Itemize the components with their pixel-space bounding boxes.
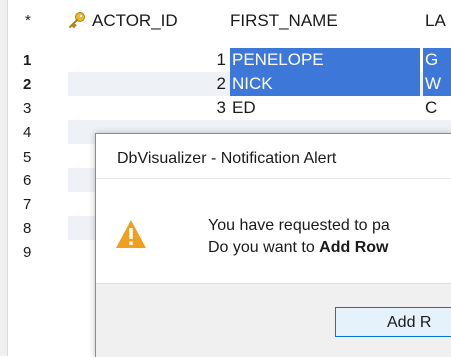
notification-alert-dialog: DbVisualizer - Notification Alert You ha…: [95, 133, 451, 357]
message-line-2: Do you want to Add Row: [208, 237, 390, 259]
cell-last-name[interactable]: C: [423, 96, 451, 120]
grid-header: * ACTOR_ID FIRST_NAME LA: [8, 0, 451, 44]
dialog-body: You have requested to pa Do you want to …: [96, 178, 451, 284]
dialog-footer: Add R: [96, 283, 451, 357]
dialog-message: You have requested to pa Do you want to …: [208, 215, 390, 259]
warning-icon: [116, 220, 146, 248]
table-row[interactable]: 2 2 NICK W: [8, 72, 451, 96]
cell-actor-id[interactable]: 3: [68, 96, 228, 120]
column-header-actor-id-label: ACTOR_ID: [92, 11, 178, 30]
cell-actor-id[interactable]: 1: [68, 48, 228, 72]
table-row[interactable]: 3 3 ED C: [8, 96, 451, 120]
cell-first-name[interactable]: NICK: [230, 72, 420, 96]
column-header-first-name[interactable]: FIRST_NAME: [230, 11, 338, 31]
message-line-1: You have requested to pa: [208, 217, 390, 234]
row-number: 7: [23, 196, 32, 213]
row-number: 8: [23, 220, 32, 237]
window-left-edge: [0, 0, 8, 356]
primary-key-icon: [69, 12, 85, 28]
message-line-2-text: Do you want to: [208, 239, 320, 256]
row-number: 9: [23, 244, 32, 261]
cell-actor-id[interactable]: 2: [68, 72, 228, 96]
row-number: 4: [23, 124, 32, 141]
column-header-actor-id[interactable]: ACTOR_ID: [68, 11, 228, 31]
row-number: 5: [23, 149, 32, 166]
row-header-star: *: [25, 12, 31, 29]
table-row[interactable]: 1 1 PENELOPE G: [8, 48, 451, 72]
message-line-2-emphasis: Add Row: [319, 239, 389, 256]
column-header-last-name[interactable]: LA: [425, 11, 446, 31]
dialog-titlebar[interactable]: DbVisualizer - Notification Alert: [96, 134, 451, 178]
cell-first-name[interactable]: PENELOPE: [230, 48, 420, 72]
row-number: 6: [23, 172, 32, 189]
row-number: 1: [23, 52, 32, 69]
cell-first-name[interactable]: ED: [230, 96, 420, 120]
dialog-title: DbVisualizer - Notification Alert: [117, 150, 337, 167]
cell-last-name[interactable]: G: [423, 48, 451, 72]
add-row-button[interactable]: Add R: [335, 307, 451, 337]
cell-last-name[interactable]: W: [423, 72, 451, 96]
row-number: 3: [23, 100, 32, 117]
row-number: 2: [23, 76, 32, 93]
